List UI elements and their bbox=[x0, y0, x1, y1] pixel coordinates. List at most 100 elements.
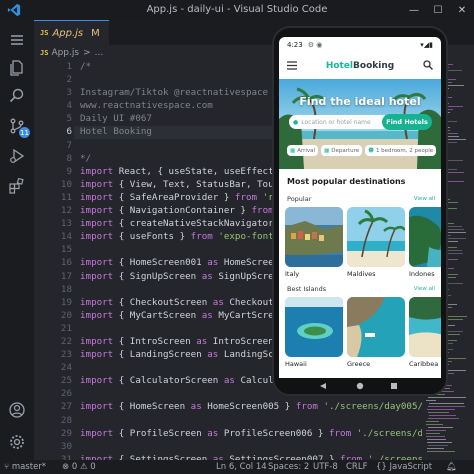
destination-card-italy[interactable] bbox=[285, 207, 343, 267]
error-icon: ⊗ bbox=[62, 462, 72, 472]
view-all-islands-link[interactable]: View all bbox=[414, 286, 435, 292]
explorer-icon[interactable] bbox=[5, 56, 29, 80]
find-hotels-button[interactable]: Find Hotels bbox=[382, 114, 432, 130]
line-number-gutter: 1 2 3 4 5 6 7 8 9 10 11 12 13 14 15 16 17 18 19 20 21 22 23 24 2… bbox=[34, 60, 72, 460]
hawaii-island-image bbox=[285, 297, 343, 357]
destination-card-maldives[interactable] bbox=[347, 207, 405, 267]
notifications-bell-icon[interactable]: 🔔︎ bbox=[446, 462, 457, 472]
minimap-line bbox=[427, 451, 455, 452]
encoding[interactable]: UTF-8 bbox=[313, 462, 338, 472]
brand-logo: HotelBooking bbox=[325, 61, 395, 71]
line-number: 4 bbox=[66, 100, 72, 112]
card-label-italy: Italy bbox=[285, 270, 300, 278]
line-number: 15 bbox=[60, 244, 72, 256]
code-line[interactable]: import { ProfileScreen as ProfileScreen0… bbox=[80, 427, 434, 440]
code-token: import bbox=[80, 296, 114, 308]
app-header: HotelBooking bbox=[279, 53, 441, 79]
code-line[interactable] bbox=[80, 440, 434, 453]
settings-gear-icon[interactable] bbox=[5, 430, 29, 454]
card-label-hawaii: Hawaii bbox=[285, 360, 307, 368]
minimap-line bbox=[428, 445, 448, 446]
maximize-icon[interactable]: ☐ bbox=[426, 0, 450, 20]
code-token: import bbox=[80, 191, 114, 203]
code-token: Daily UI #067 bbox=[80, 113, 152, 125]
tab-label: App.js bbox=[52, 27, 84, 39]
branch-icon: ⑂ bbox=[4, 462, 12, 472]
location-search-input[interactable]: ● Location or hotel name bbox=[289, 115, 389, 129]
tab-app-js[interactable]: JS App.js M bbox=[34, 20, 109, 45]
island-card-greece[interactable] bbox=[347, 297, 405, 357]
view-all-popular-link[interactable]: View all bbox=[414, 196, 435, 202]
code-token: import bbox=[80, 270, 114, 282]
caribbean-beach-image bbox=[409, 297, 441, 357]
language-mode[interactable]: {} JavaScript bbox=[376, 462, 432, 472]
run-debug-icon[interactable] bbox=[5, 144, 29, 168]
code-token: from bbox=[234, 191, 258, 203]
code-token: import bbox=[80, 257, 114, 269]
line-number: 29 bbox=[60, 427, 72, 439]
code-token: import bbox=[80, 231, 114, 243]
people-icon: ☻ bbox=[368, 147, 374, 154]
code-token: './screens/da bbox=[351, 427, 429, 439]
popular-subtitle: Popular bbox=[287, 195, 312, 203]
extensions-icon[interactable] bbox=[5, 174, 29, 198]
search-icon[interactable] bbox=[5, 84, 29, 108]
minimap-line bbox=[426, 430, 446, 431]
search-icon[interactable] bbox=[423, 60, 433, 70]
line-number: 23 bbox=[60, 349, 72, 361]
close-icon[interactable]: ✕ bbox=[450, 0, 474, 20]
code-token: as bbox=[223, 375, 235, 387]
code-token: { SignUpScreen bbox=[113, 270, 202, 282]
problems-indicator[interactable]: ⊗ 0 ⚠ 0 bbox=[62, 462, 96, 472]
minimap-line bbox=[428, 412, 449, 413]
code-token: { LandingScreen bbox=[113, 349, 208, 361]
line-number: 19 bbox=[60, 296, 72, 308]
line-number: 30 bbox=[60, 440, 72, 452]
island-card-hawaii[interactable] bbox=[285, 297, 343, 357]
line-number: 16 bbox=[60, 257, 72, 269]
destination-card-indonesia[interactable] bbox=[409, 207, 441, 267]
indentation[interactable]: Spaces: 2 bbox=[268, 462, 309, 472]
account-icon[interactable] bbox=[5, 398, 29, 422]
code-token: import bbox=[80, 205, 114, 217]
location-pin-icon: ● bbox=[293, 118, 299, 126]
line-ending[interactable]: CRLF bbox=[346, 462, 367, 472]
minimap-line bbox=[426, 433, 440, 434]
braces-icon: {} bbox=[376, 462, 390, 472]
source-control-icon[interactable]: 11 bbox=[5, 114, 30, 138]
code-token: import bbox=[80, 335, 114, 347]
code-token: Hotel Booking bbox=[80, 126, 152, 138]
island-card-caribbean[interactable] bbox=[409, 297, 441, 357]
menu-icon[interactable] bbox=[5, 28, 29, 52]
guests-field[interactable]: ☻ 1 bedroom, 2 people bbox=[365, 145, 437, 156]
code-token: from bbox=[251, 205, 274, 217]
departure-date-field[interactable]: ▦ Departure bbox=[321, 145, 363, 156]
hero-banner: Find the ideal hotel ● Location or hotel… bbox=[279, 79, 441, 169]
code-line[interactable]: import { SettingsScreen as SettingsScree… bbox=[80, 453, 434, 460]
signal-battery-icon: ▾◢▮ bbox=[420, 41, 433, 49]
activity-bar: 11 bbox=[0, 20, 34, 460]
breadcrumb-file[interactable]: App.js bbox=[51, 48, 79, 58]
code-token: as bbox=[207, 349, 219, 361]
line-number: 31 bbox=[60, 453, 72, 460]
nav-buttons-icon bbox=[320, 382, 397, 390]
code-line[interactable]: import { HomeScreen as HomeScreen005 } f… bbox=[80, 400, 434, 413]
breadcrumb-more[interactable]: ... bbox=[95, 48, 104, 58]
cursor-position[interactable]: Ln 6, Col 14 bbox=[216, 462, 267, 472]
minimap-line bbox=[429, 415, 456, 416]
code-token: as bbox=[201, 309, 213, 321]
code-token: Instagram/Tiktok @reactnativespace bbox=[80, 87, 269, 99]
code-token: import bbox=[80, 218, 114, 230]
line-number: 5 bbox=[66, 113, 72, 125]
search-placeholder: Location or hotel name bbox=[301, 118, 371, 126]
line-number: 17 bbox=[60, 270, 72, 282]
minimap-line bbox=[426, 424, 443, 425]
arrival-date-field[interactable]: ▦ Arrival bbox=[287, 145, 319, 156]
branch-indicator[interactable]: ⑂ master* bbox=[4, 462, 46, 472]
line-number: 1 bbox=[66, 61, 72, 72]
line-number: 2 bbox=[66, 74, 72, 86]
minimize-icon[interactable]: — bbox=[402, 0, 426, 20]
code-token: as bbox=[190, 401, 202, 413]
code-token: from bbox=[190, 231, 213, 243]
code-line[interactable] bbox=[80, 414, 434, 427]
